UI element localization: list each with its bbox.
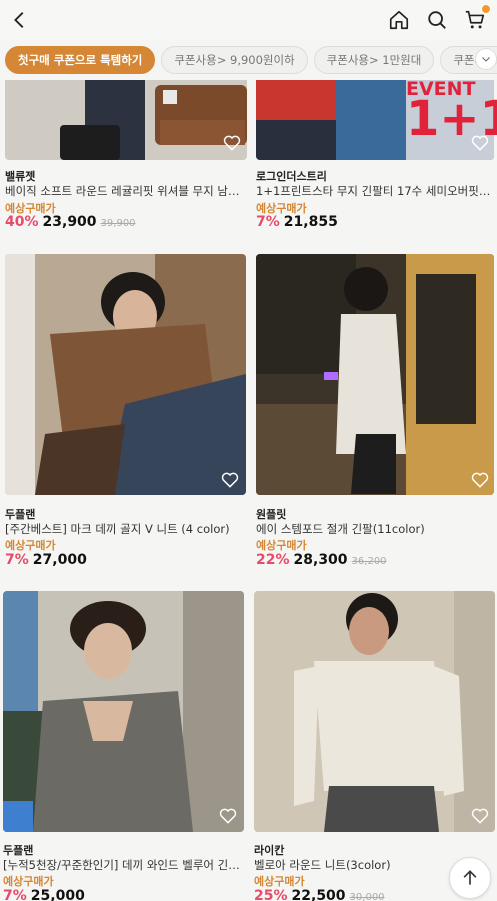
discount-rate: 40% [5, 214, 39, 230]
back-button[interactable] [8, 8, 32, 32]
product-image[interactable] [256, 254, 494, 495]
heart-icon [471, 135, 489, 151]
product-name[interactable]: [누적5천장/꾸준한인기] 데끼 와인드 벨루어 긴팔… [3, 857, 247, 873]
price-line: 22% 28,300 36,200 [256, 552, 387, 568]
expected-price-label: 예상구매가 [5, 539, 56, 552]
product-brand: 두플랜 [5, 508, 36, 521]
product-brand: 원플릿 [256, 508, 287, 521]
heart-icon [471, 472, 489, 488]
expected-price-label: 예상구매가 [254, 875, 305, 888]
chip-first-purchase-coupon[interactable]: 첫구매 쿠폰으로 특템하기 [5, 46, 156, 74]
product-image[interactable] [5, 254, 246, 495]
discount-rate: 22% [256, 552, 290, 568]
product-name[interactable]: 베이직 소프트 라운드 레귤리핏 위셔블 무지 남자 … [5, 183, 247, 199]
product-card[interactable]: 원플릿 에이 스템포드 절개 긴팔(11color) 예상구매가 22% 28,… [256, 254, 494, 574]
product-image[interactable] [254, 591, 495, 832]
product-card[interactable]: 밸류젯 베이직 소프트 라운드 레귤리핏 위셔블 무지 남자 … 예상구매가 4… [5, 80, 247, 235]
home-button[interactable] [387, 8, 411, 32]
sale-price: 27,000 [32, 552, 87, 568]
discount-rate: 7% [5, 552, 29, 568]
sale-price: 28,300 [293, 552, 348, 568]
arrow-up-icon [463, 870, 477, 885]
expected-price-label: 예상구매가 [256, 539, 307, 552]
price-line: 7% 27,000 [5, 552, 87, 568]
original-price: 36,200 [351, 556, 387, 567]
coupon-chip-bar: 첫구매 쿠폰으로 특템하기 쿠폰사용> 9,900원이하 쿠폰사용> 1만원대 … [0, 44, 497, 76]
chip-10000-range[interactable]: 쿠폰사용> 1만원대 [313, 46, 435, 74]
wishlist-button[interactable] [470, 470, 490, 490]
discount-rate: 7% [256, 214, 280, 230]
discount-rate: 25% [254, 888, 288, 901]
price-line: 25% 22,500 30,000 [254, 888, 385, 901]
product-card[interactable]: EVENT 1+1 로그인더스트리 1+1프린트스타 무지 긴팔티 17수 세미… [256, 78, 497, 235]
product-brand: 두플랜 [3, 844, 34, 857]
price-line: 7% 25,000 [3, 888, 85, 901]
wishlist-button[interactable] [220, 470, 240, 490]
sale-price: 21,855 [283, 214, 338, 230]
original-price: 39,900 [100, 218, 136, 229]
chip-under-9900[interactable]: 쿠폰사용> 9,900원이하 [161, 46, 308, 74]
original-price: 30,000 [349, 892, 385, 901]
wishlist-button[interactable] [222, 133, 242, 153]
heart-icon [223, 135, 241, 151]
chevron-left-icon [14, 12, 24, 28]
product-card[interactable]: 두플랜 [주간베스트] 마크 데끼 골지 V 니트 (4 color) 예상구매… [5, 254, 247, 574]
heart-icon [471, 808, 489, 824]
price-line: 40% 23,900 39,900 [5, 214, 136, 230]
search-icon [428, 11, 446, 29]
chevron-down-icon [482, 57, 490, 62]
product-brand: 로그인더스트리 [256, 170, 327, 183]
product-image[interactable] [5, 80, 247, 160]
product-brand: 라이칸 [254, 844, 285, 857]
product-card[interactable]: 두플랜 [누적5천장/꾸준한인기] 데끼 와인드 벨루어 긴팔… 예상구매가 7… [3, 591, 247, 901]
home-icon [389, 10, 409, 30]
wishlist-button[interactable] [470, 133, 490, 153]
scroll-top-button[interactable] [449, 857, 491, 899]
cart-button[interactable] [463, 4, 491, 32]
search-button[interactable] [425, 8, 449, 32]
product-name[interactable]: 벨로아 라운드 니트(3color) [254, 857, 454, 873]
discount-rate: 7% [3, 888, 27, 901]
cart-badge [481, 4, 491, 14]
top-bar [0, 0, 497, 40]
heart-icon [221, 472, 239, 488]
wishlist-button[interactable] [218, 806, 238, 826]
product-name[interactable]: [주간베스트] 마크 데끼 골지 V 니트 (4 color) [5, 521, 247, 537]
product-brand: 밸류젯 [5, 170, 36, 183]
wishlist-button[interactable] [470, 806, 490, 826]
expected-price-label: 예상구매가 [3, 875, 54, 888]
product-name[interactable]: 1+1프린트스타 무지 긴팔티 17수 세미오버핏 기… [256, 183, 492, 199]
product-card[interactable]: 라이칸 벨로아 라운드 니트(3color) 예상구매가 25% 22,500 … [254, 591, 496, 901]
heart-icon [219, 808, 237, 824]
price-line: 7% 21,855 [256, 214, 338, 230]
sale-price: 22,500 [291, 888, 346, 901]
product-name[interactable]: 에이 스템포드 절개 긴팔(11color) [256, 521, 492, 537]
chip-scroll-button[interactable] [475, 48, 497, 70]
sale-price: 25,000 [30, 888, 85, 901]
sale-price: 23,900 [42, 214, 97, 230]
product-image[interactable] [3, 591, 244, 832]
